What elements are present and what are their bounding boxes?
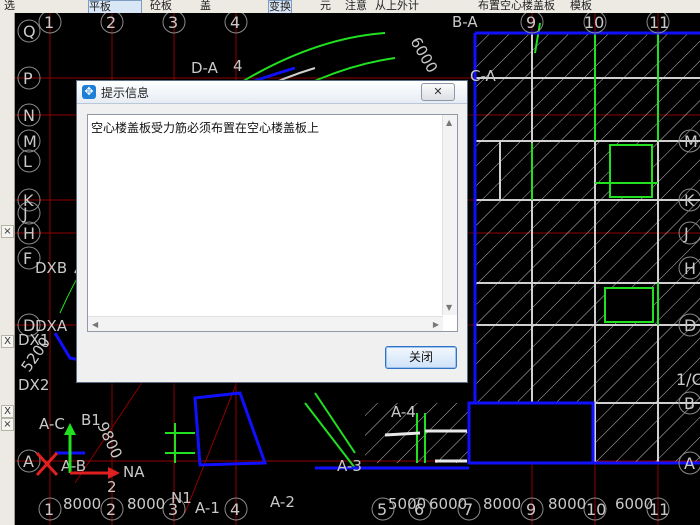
axis-label: B [684, 394, 695, 413]
axis-label: 1/C [676, 370, 700, 389]
toolbar-hollow-slab[interactable]: 布置空心楼盖板 [478, 0, 555, 12]
grid-tag: NA [123, 463, 145, 481]
axis-label: 4 [230, 13, 240, 32]
dimension-label: 6000 [615, 495, 653, 513]
grid-tag: 2 [107, 478, 117, 496]
grid-tag: A-2 [270, 493, 295, 511]
grid-tag: 4 [233, 57, 243, 75]
opening [467, 401, 595, 465]
axis-label: 2 [106, 500, 116, 519]
axis-label: Q [23, 22, 36, 41]
axis-label: 11 [649, 13, 669, 32]
dimension-label: 8000 [127, 495, 165, 513]
close-dialog-button[interactable]: 关闭 [385, 346, 457, 369]
close-icon[interactable]: × [1, 418, 14, 431]
dialog-title: 提示信息 [101, 86, 150, 100]
dimension-label: 8000 [483, 495, 521, 513]
axis-label: K [684, 191, 695, 210]
axis-label: 10 [586, 500, 606, 519]
top-toolbar: 选 平板 砼板 盖 变换 元 注意 从上外计 布置空心楼盖板 模板 [0, 0, 700, 14]
grid-tag: B-A [452, 13, 478, 31]
grid-tag: A-C [39, 415, 65, 433]
axis-label: A [684, 454, 695, 473]
axis-label: N [23, 106, 35, 125]
dimension-label: 8000 [548, 495, 586, 513]
close-button[interactable]: ✕ [421, 83, 455, 101]
scroll-left-icon[interactable]: ◀ [92, 320, 98, 329]
close-icon[interactable]: × [1, 225, 14, 238]
dialog-titlebar[interactable]: ✥ 提示信息 ✕ [77, 81, 467, 104]
info-icon: ✥ [82, 85, 96, 99]
top-axis-bubbles [38, 13, 670, 34]
axis-label: M [684, 132, 698, 151]
left-panel-strip: × X X × [0, 13, 15, 525]
dimension-label: 8000 [63, 495, 101, 513]
grid-tag: 6000 [407, 34, 442, 76]
axis-label: A [23, 452, 34, 471]
toolbar-unit[interactable]: 元 [320, 0, 331, 12]
toolbar-transform[interactable]: 变换 [268, 0, 292, 13]
panel-icon[interactable]: X [1, 405, 14, 418]
axis-label: 1 [44, 13, 54, 32]
grid-tag: A-4 [391, 403, 416, 421]
axis-label: 2 [106, 13, 116, 32]
scroll-down-icon[interactable]: ▼ [446, 303, 452, 312]
grid-tag: C-A [470, 67, 497, 85]
bar-mark [384, 431, 421, 437]
dimension-label: 5000 [388, 495, 426, 513]
axis-label: 10 [584, 13, 604, 32]
grid-tag: A-1 [195, 499, 220, 517]
axis-label: 9 [526, 500, 536, 519]
panel-icon[interactable]: X [1, 335, 14, 348]
grid-tag: 9800 [93, 419, 125, 461]
toolbar-cover[interactable]: 盖 [200, 0, 211, 12]
axis-label: 5 [377, 500, 387, 519]
axis-label: J [683, 224, 689, 243]
opening [609, 144, 653, 198]
opening [604, 287, 654, 323]
grid-tag: DX2 [18, 376, 49, 394]
axis-label: 3 [168, 13, 178, 32]
toolbar-slab[interactable]: 平板 [88, 0, 142, 13]
message-textbox[interactable]: 空心楼盖板受力筋必须布置在空心楼盖板上 ▲ ▼ ◀ ▶ [87, 114, 458, 332]
toolbar-select[interactable]: 选 [4, 0, 15, 12]
scroll-up-icon[interactable]: ▲ [446, 118, 452, 127]
axis-label: H [684, 259, 696, 278]
axis-label: P [23, 69, 33, 88]
dimension-label: 6000 [429, 495, 467, 513]
axis-label: M [23, 132, 37, 151]
axis-label: 9 [526, 13, 536, 32]
grid-tag: DXB [35, 259, 67, 277]
axis-label: 4 [230, 500, 240, 519]
toolbar-formwork[interactable]: 模板 [570, 0, 592, 12]
grid-tag: A-3 [337, 457, 362, 475]
horizontal-scrollbar[interactable]: ◀ ▶ [88, 316, 443, 331]
axis-label: F [23, 249, 32, 268]
axis-label: 1 [44, 500, 54, 519]
toolbar-calc[interactable]: 从上外计 [375, 0, 419, 12]
message-dialog: ✥ 提示信息 ✕ 空心楼盖板受力筋必须布置在空心楼盖板上 ▲ ▼ ◀ ▶ 关闭 [76, 80, 468, 383]
grid-tag: N1 [171, 489, 192, 507]
axis-label: J [22, 204, 28, 223]
message-text: 空心楼盖板受力筋必须布置在空心楼盖板上 [91, 121, 320, 135]
scroll-right-icon[interactable]: ▶ [433, 320, 439, 329]
axis-label: L [23, 152, 32, 171]
toolbar-note[interactable]: 注意 [345, 0, 367, 12]
vertical-scrollbar[interactable]: ▲ ▼ [442, 115, 457, 315]
toolbar-concrete-slab[interactable]: 砼板 [150, 0, 172, 12]
axis-label: D [684, 316, 696, 335]
grid-tag: D-A [191, 59, 219, 77]
axis-label: H [23, 224, 35, 243]
